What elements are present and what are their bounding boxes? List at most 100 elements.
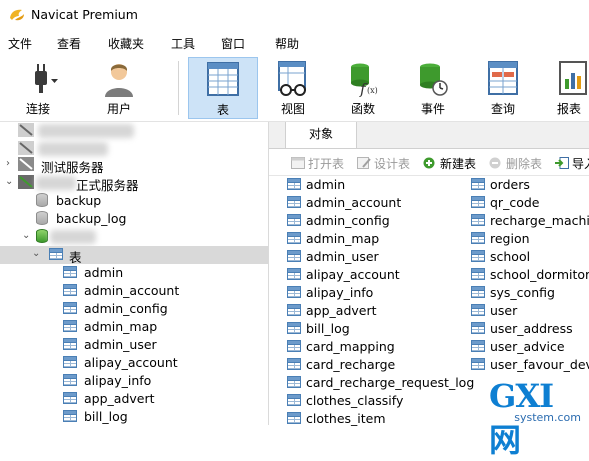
main-toolbar: 连接 用户 表 视图 f (x) 函数 事件 查询 报表 (0, 55, 589, 121)
table-icon (287, 286, 301, 298)
table-name: bill_log (306, 321, 350, 336)
table-icon (471, 196, 485, 208)
import-icon (555, 157, 569, 169)
table-icon (471, 178, 485, 190)
tree-table-item[interactable]: alipay_info (0, 372, 268, 390)
table-name: clothes_classify (306, 393, 404, 408)
delete-table-button[interactable]: 删除表 (489, 155, 542, 172)
navicat-logo-icon (10, 9, 24, 21)
table-name: admin_map (306, 231, 380, 246)
function-label: 函数 (350, 102, 375, 116)
report-icon (559, 61, 587, 95)
table-name: user (490, 303, 518, 318)
table-icon (287, 178, 301, 190)
menu-bar: 文件 查看 收藏夹 工具 窗口 帮助 (0, 33, 589, 53)
tree-table-item[interactable]: admin (0, 264, 268, 282)
menu-help[interactable]: 帮助 (275, 35, 299, 52)
table-label: admin_account (84, 283, 180, 298)
db-label: backup (56, 193, 102, 208)
tree-table-item[interactable]: alipay_account (0, 354, 268, 372)
collapse-chevron-icon[interactable]: ⌄ (32, 249, 42, 259)
table-button[interactable]: 表 (188, 57, 258, 119)
plug-icon (35, 64, 58, 93)
add-icon (423, 157, 435, 169)
tree-row-server-test[interactable]: › 测试服务器 (0, 156, 268, 175)
tree-table-item[interactable]: admin_account (0, 282, 268, 300)
table-icon (471, 340, 485, 352)
database-icon (36, 211, 48, 225)
table-icon (471, 358, 485, 370)
new-table-button[interactable]: 新建表 (423, 155, 476, 172)
table-label: alipay_info (84, 373, 152, 388)
tab-objects[interactable]: 对象 (285, 122, 357, 148)
view-label: 视图 (280, 102, 305, 116)
report-label: 报表 (556, 102, 581, 116)
watermark-subtitle: system.com (514, 411, 581, 424)
table-icon (287, 358, 301, 370)
view-glasses-icon (278, 61, 306, 96)
table-label: bill_log (84, 409, 128, 424)
server-connection-icon (18, 175, 34, 189)
open-table-button[interactable]: 打开表 (291, 155, 344, 172)
collapse-chevron-icon[interactable]: ⌄ (22, 231, 32, 241)
table-icon (63, 374, 77, 386)
table-name: school_dormitory (490, 267, 589, 282)
tree-row-tables-node[interactable]: ⌄ 表 (0, 246, 268, 265)
tree-row-db-active[interactable]: ⌄ (0, 228, 268, 246)
table-name: qr_code (490, 195, 540, 210)
object-toolbar: 打开表 设计表 新建表 删除表 导入 (269, 149, 589, 176)
table-icon (287, 412, 301, 424)
menu-favorites[interactable]: 收藏夹 (108, 35, 144, 52)
open-table-icon (291, 157, 305, 169)
database-icon (36, 193, 48, 207)
table-name: orders (490, 177, 530, 192)
view-button[interactable]: 视图 (262, 57, 324, 119)
tree-row-server-prod[interactable]: ⌄ 正式服务器 (0, 174, 268, 193)
user-button[interactable]: 用户 (88, 57, 150, 119)
redacted-label (36, 176, 76, 190)
collapse-chevron-icon[interactable]: ⌄ (5, 177, 15, 187)
table-name: alipay_account (306, 267, 400, 282)
event-button[interactable]: 事件 (402, 57, 464, 119)
menu-tools[interactable]: 工具 (171, 35, 195, 52)
title-bar: Navicat Premium (0, 0, 589, 30)
connect-button[interactable]: 连接 (14, 57, 80, 119)
menu-file[interactable]: 文件 (8, 35, 32, 52)
server-connection-icon (18, 157, 34, 171)
table-icon (287, 304, 301, 316)
query-button[interactable]: 查询 (472, 57, 534, 119)
table-icon (63, 320, 77, 332)
tree-table-item[interactable]: admin_user (0, 336, 268, 354)
tree-row-redacted-connection[interactable] (0, 122, 268, 140)
table-icon (471, 250, 485, 262)
table-icon (471, 232, 485, 244)
svg-text:(x): (x) (367, 86, 378, 95)
table-icon (471, 214, 485, 226)
import-label: 导入 (572, 157, 589, 171)
function-button[interactable]: f (x) 函数 (332, 57, 394, 119)
table-icon (63, 302, 77, 314)
expand-chevron-icon[interactable]: › (6, 159, 16, 169)
tree-row-db-backup-log[interactable]: backup_log (0, 210, 268, 228)
tree-table-item[interactable]: admin_config (0, 300, 268, 318)
menu-window[interactable]: 窗口 (221, 35, 245, 52)
tree-table-item[interactable]: bill_log (0, 408, 268, 425)
report-button[interactable]: 报表 (546, 57, 589, 119)
table-icon (287, 250, 301, 262)
import-button[interactable]: 导入 (555, 155, 589, 172)
design-table-button[interactable]: 设计表 (357, 155, 410, 172)
tree-table-item[interactable]: admin_map (0, 318, 268, 336)
event-label: 事件 (420, 102, 445, 116)
user-label: 用户 (106, 102, 131, 116)
table-name: user_address (490, 321, 573, 336)
menu-view[interactable]: 查看 (57, 35, 81, 52)
table-name: card_recharge (306, 357, 396, 372)
watermark: GXI网 system.com (489, 375, 589, 459)
tree-table-item[interactable]: app_advert (0, 390, 268, 408)
table-name: card_mapping (306, 339, 395, 354)
tree-row-db-backup[interactable]: backup (0, 192, 268, 210)
tab-bar: 对象 (269, 122, 589, 149)
new-table-label: 新建表 (440, 157, 477, 171)
table-name: card_recharge_request_log (306, 375, 475, 390)
table-icon (471, 304, 485, 316)
